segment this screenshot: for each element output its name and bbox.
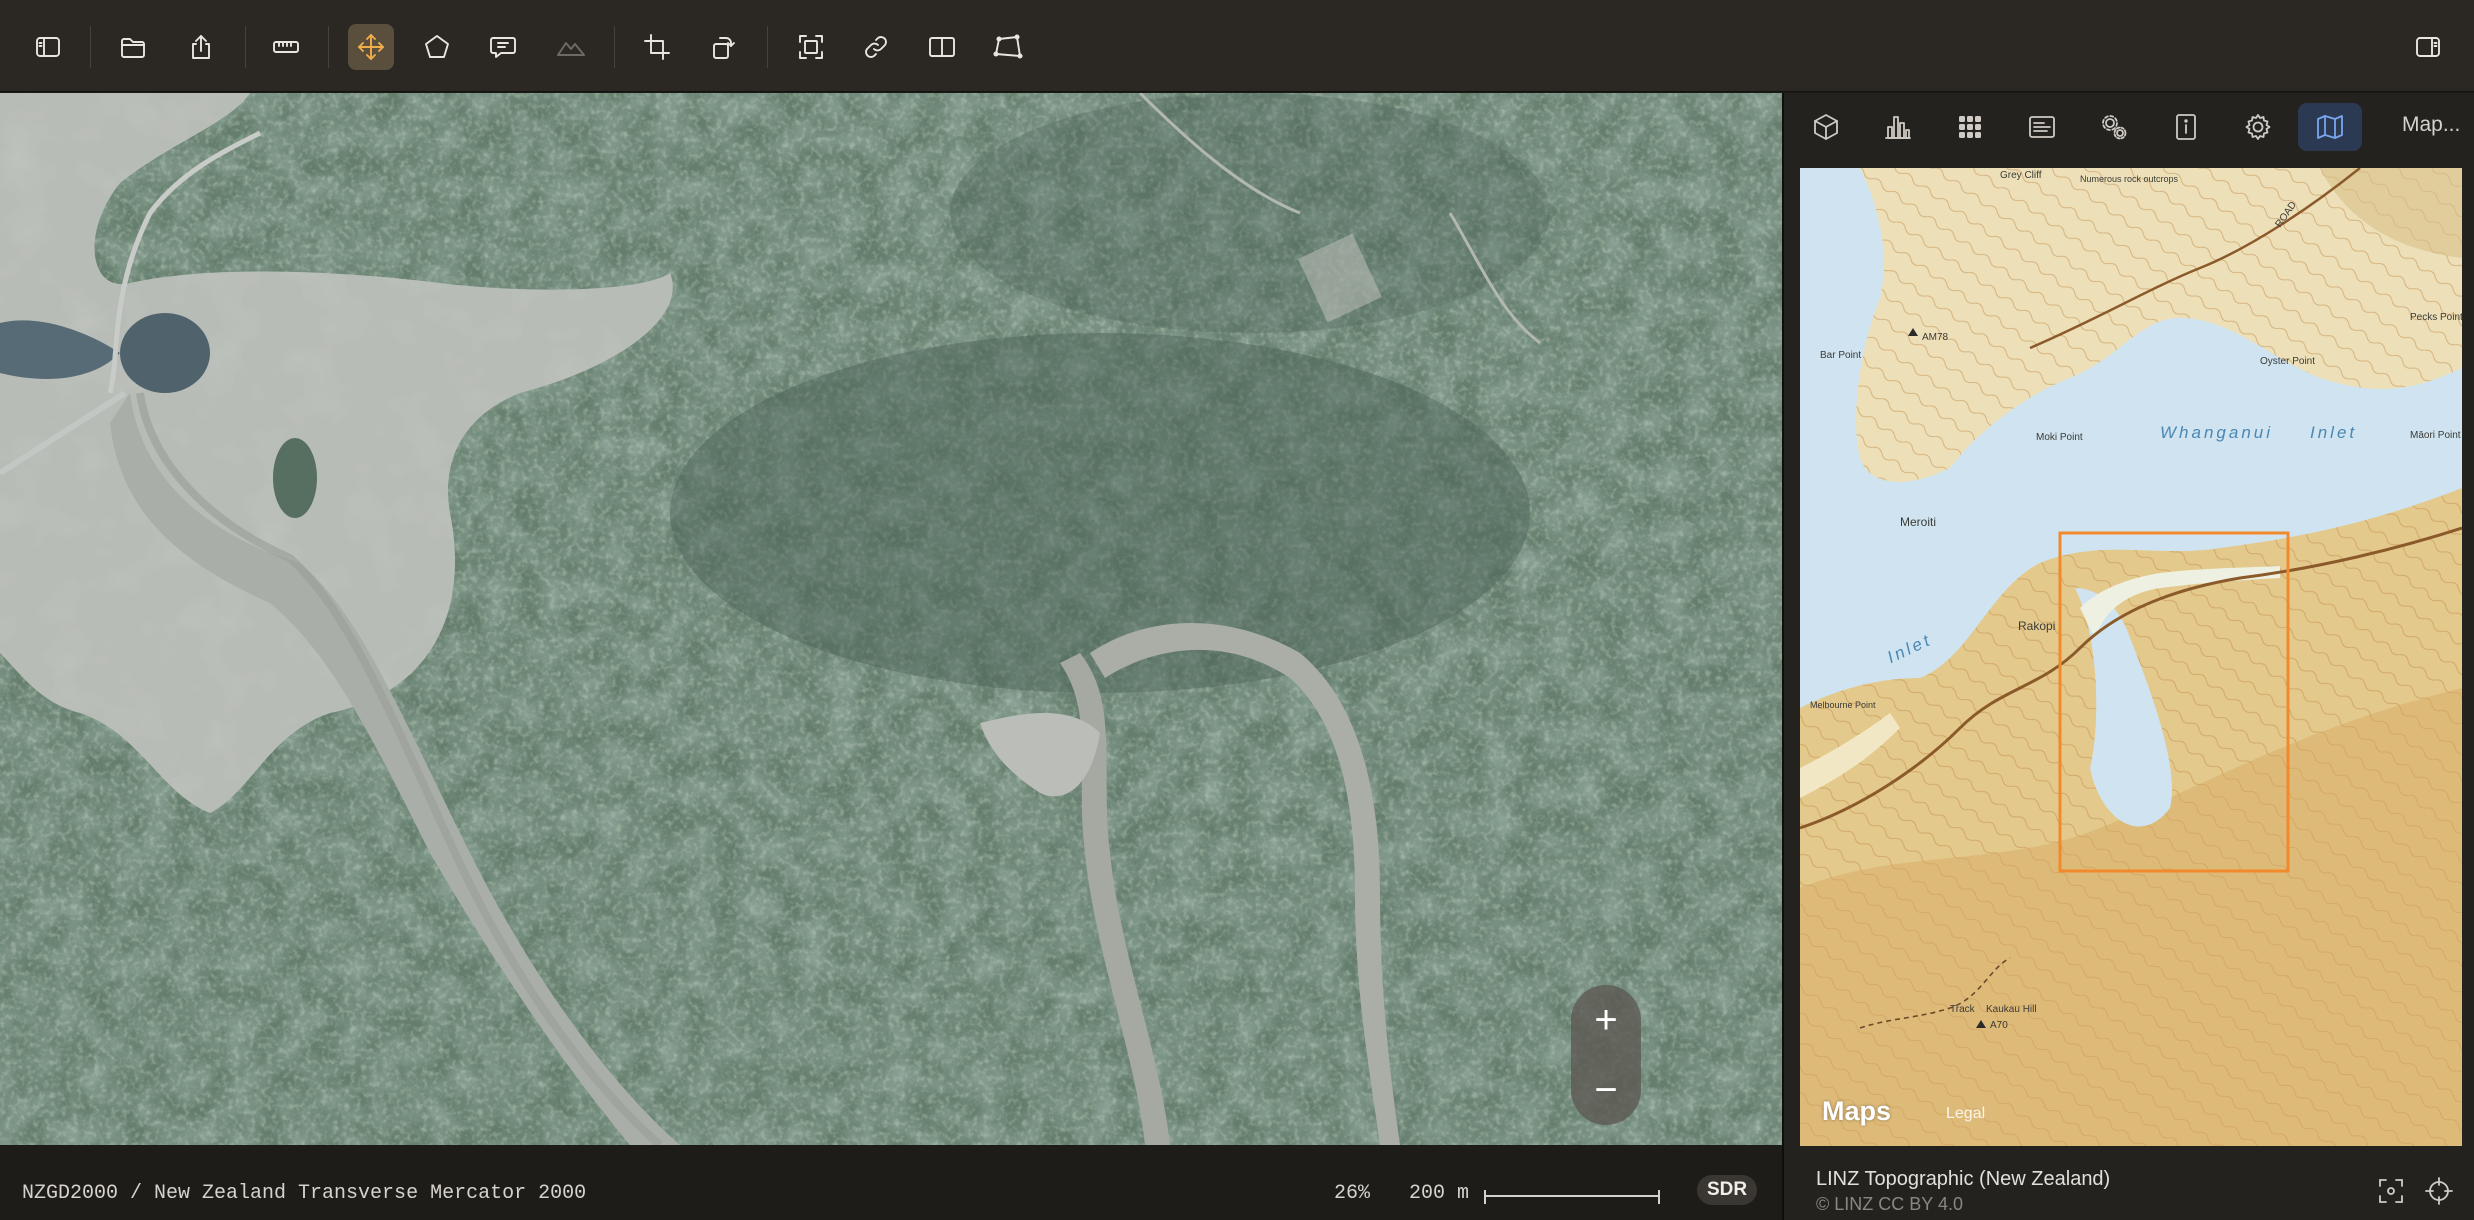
- measure-button[interactable]: [263, 24, 309, 70]
- toolbar: [0, 0, 2474, 92]
- info-icon: [2176, 114, 2196, 140]
- perspective-icon: [993, 34, 1023, 59]
- terrain-icon: [557, 42, 585, 56]
- map-legal-link[interactable]: Legal: [1946, 1105, 1985, 1123]
- map-label: Kaukau Hill: [1986, 1004, 2037, 1015]
- map-water-label: Whanganui: [2160, 423, 2273, 442]
- pan-tool-button[interactable]: [348, 24, 394, 70]
- polygon-icon: [425, 35, 449, 58]
- tab-info[interactable]: [2154, 103, 2218, 151]
- map-label: Moki Point: [2036, 432, 2083, 443]
- tab-3d[interactable]: [1794, 103, 1858, 151]
- ruler-icon: [273, 41, 299, 53]
- histogram-icon: [1885, 116, 1911, 139]
- status-bar: NZGD2000 / New Zealand Transverse Mercat…: [0, 1146, 1782, 1220]
- toolbar-divider: [328, 26, 329, 68]
- map-credit-label: © LINZ CC BY 4.0: [1816, 1194, 1963, 1214]
- link-icon: [865, 36, 887, 58]
- crosshair-icon: [2425, 1177, 2453, 1205]
- map-label: A70: [1990, 1020, 2008, 1031]
- map-label: Meroiti: [1900, 515, 1936, 529]
- map-label: AM78: [1922, 332, 1949, 343]
- tab-processing[interactable]: [2082, 103, 2146, 151]
- toggle-inspector-button[interactable]: [2405, 24, 2451, 70]
- tab-metadata[interactable]: [2010, 103, 2074, 151]
- aerial-image: [0, 93, 1782, 1145]
- rotate-button[interactable]: [700, 24, 746, 70]
- map-label: Grey Cliff: [2000, 170, 2042, 181]
- inspector-tabs: Map...: [1784, 93, 2474, 167]
- map-zoom-in-button[interactable]: +: [1571, 985, 1641, 1055]
- map-label: Track: [1950, 1004, 1976, 1015]
- sidebar-right-icon: [2416, 37, 2440, 57]
- split-view-icon: [929, 37, 955, 57]
- metadata-icon: [2029, 116, 2055, 138]
- tab-histogram[interactable]: [1866, 103, 1930, 151]
- map-label: Numerous rock outcrops: [2080, 174, 2179, 184]
- map-label: Melbourne Point: [1810, 700, 1876, 710]
- overview-map[interactable]: Grey Cliff Numerous rock outcrops AM78 B…: [1800, 168, 2462, 1146]
- map-locate-button[interactable]: [2424, 1176, 2454, 1206]
- polygon-tool-button[interactable]: [414, 24, 460, 70]
- map-label: Māori Point: [2410, 430, 2461, 441]
- move-arrows-icon: [358, 34, 384, 60]
- speech-bubble-icon: [490, 37, 516, 58]
- focus-frame-icon: [2379, 1179, 2403, 1203]
- aerial-image-canvas[interactable]: [0, 93, 1782, 1145]
- toolbar-divider: [90, 26, 91, 68]
- perspective-button[interactable]: [985, 24, 1031, 70]
- map-label: Rakopi: [2018, 619, 2055, 633]
- map-label: Bar Point: [1820, 350, 1861, 361]
- crop-button[interactable]: [634, 24, 680, 70]
- map-icon: [2317, 115, 2343, 139]
- share-icon: [192, 35, 210, 59]
- tab-overflow-label[interactable]: Map...: [2402, 113, 2460, 137]
- settings-icon: [2245, 114, 2271, 140]
- link-button[interactable]: [853, 24, 899, 70]
- toolbar-divider: [767, 26, 768, 68]
- map-footer: LINZ Topographic (New Zealand) © LINZ CC…: [1784, 1146, 2474, 1220]
- fit-frame-button[interactable]: [788, 24, 834, 70]
- zoom-level[interactable]: 26%: [1334, 1182, 1370, 1205]
- cube-icon: [1814, 114, 1838, 140]
- scale-bar: [1484, 1190, 1660, 1204]
- split-view-button[interactable]: [919, 24, 965, 70]
- map-source-label[interactable]: LINZ Topographic (New Zealand): [1816, 1168, 2110, 1191]
- sidebar-left-icon: [36, 37, 60, 57]
- processing-gears-icon: [2102, 115, 2127, 140]
- map-label: Oyster Point: [2260, 356, 2315, 367]
- annotate-button[interactable]: [480, 24, 526, 70]
- map-focus-button[interactable]: [2376, 1176, 2406, 1206]
- scale-label: 200 m: [1409, 1182, 1470, 1205]
- tab-grid[interactable]: [1938, 103, 2002, 151]
- fit-frame-icon: [799, 35, 823, 59]
- toolbar-divider: [245, 26, 246, 68]
- sdr-badge[interactable]: SDR: [1697, 1175, 1757, 1205]
- map-label: Pecks Point: [2410, 312, 2462, 323]
- terrain-button[interactable]: [548, 24, 594, 70]
- map-zoom-control: + −: [1571, 985, 1641, 1125]
- grid-icon: [1959, 116, 1981, 138]
- map-zoom-out-button[interactable]: −: [1571, 1055, 1641, 1125]
- crs-label[interactable]: NZGD2000 / New Zealand Transverse Mercat…: [22, 1182, 586, 1205]
- tab-settings[interactable]: [2226, 103, 2290, 151]
- toolbar-divider: [614, 26, 615, 68]
- map-water-label: Inlet: [2310, 423, 2357, 442]
- tab-map[interactable]: [2298, 103, 2362, 151]
- toggle-sidebar-button[interactable]: [25, 24, 71, 70]
- folder-icon: [121, 38, 145, 58]
- rotate-icon: [713, 37, 735, 59]
- open-button[interactable]: [110, 24, 156, 70]
- maps-logo: Maps: [1822, 1096, 1892, 1126]
- topographic-map: Grey Cliff Numerous rock outcrops AM78 B…: [1800, 168, 2462, 1146]
- crop-icon: [644, 34, 670, 60]
- share-button[interactable]: [178, 24, 224, 70]
